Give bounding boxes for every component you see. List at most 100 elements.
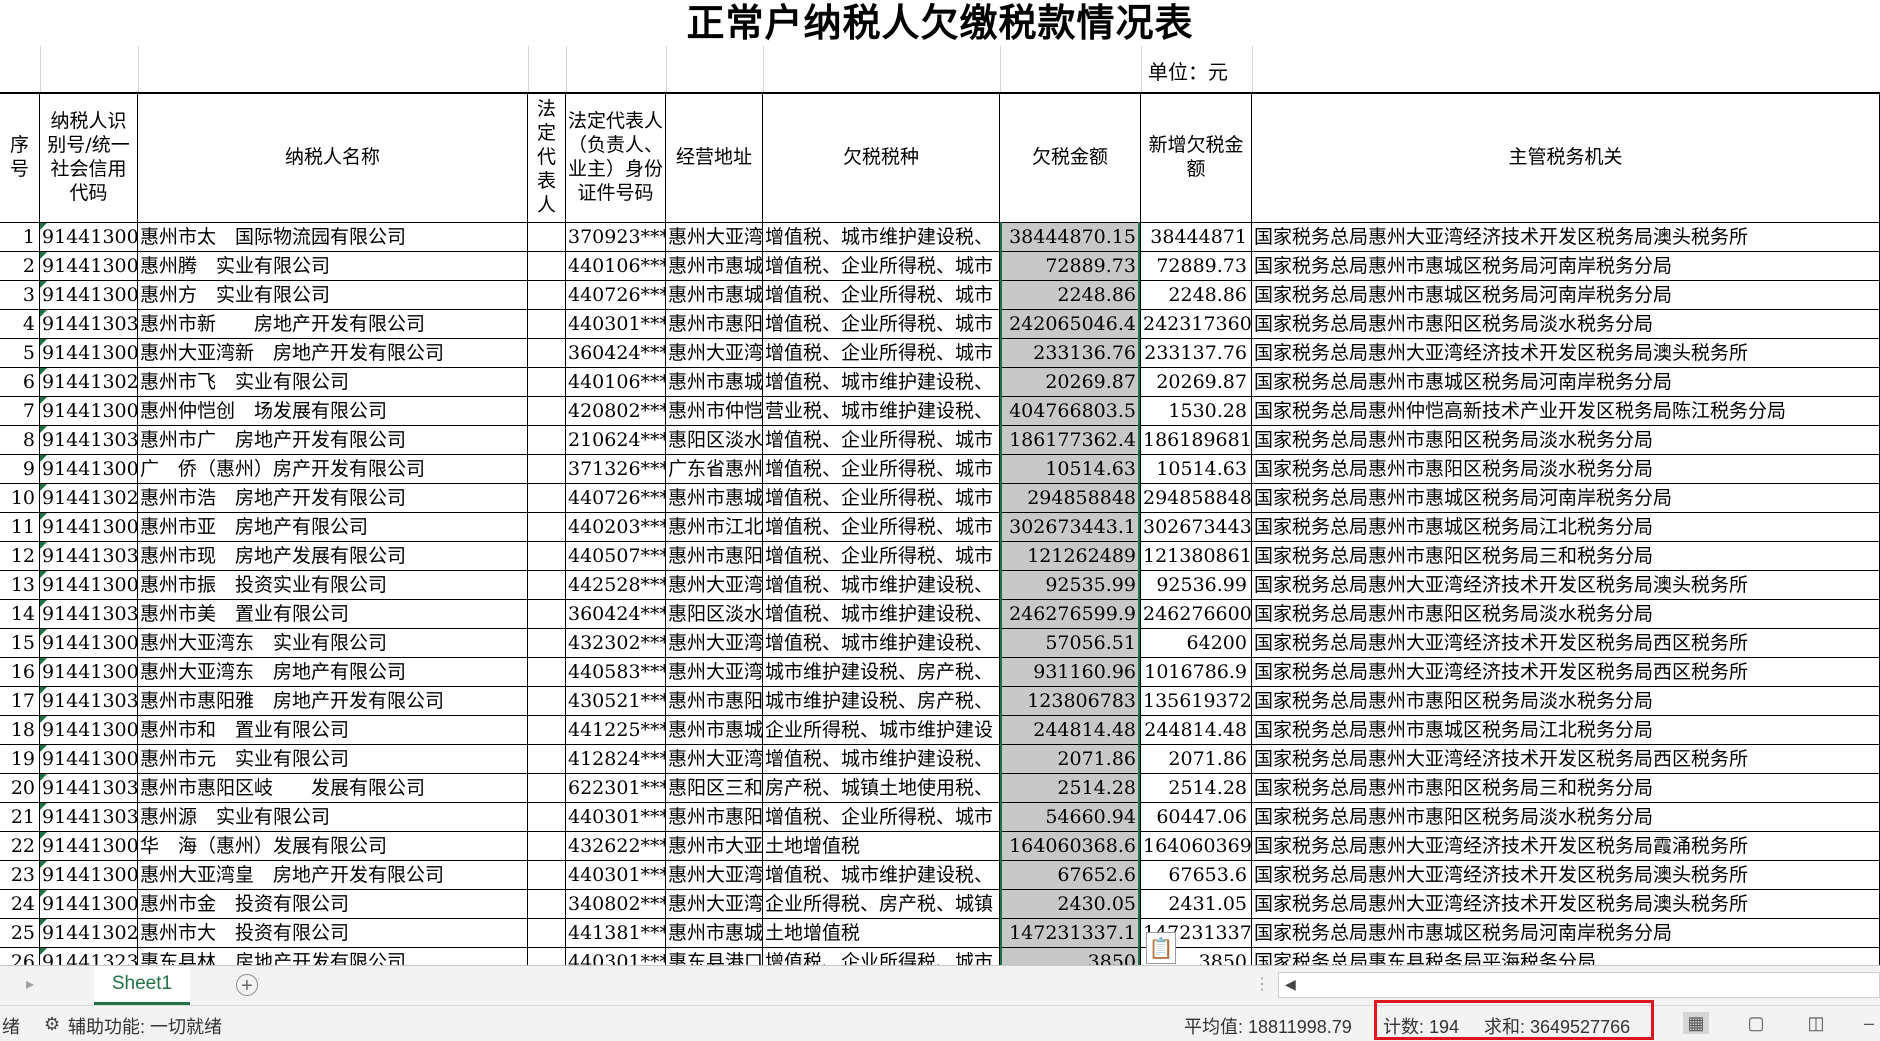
cell-taxpayer-id[interactable]: 914413026	[40, 484, 138, 512]
cell-seq[interactable]: 11	[0, 513, 40, 541]
cell-legal-rep[interactable]	[528, 629, 566, 657]
cell-legal-rep[interactable]	[528, 310, 566, 338]
cell-address[interactable]: 惠州市惠城	[666, 716, 763, 744]
cell-seq[interactable]: 17	[0, 687, 40, 715]
cell-seq[interactable]: 26	[0, 948, 40, 965]
scroll-left-icon[interactable]: ◀	[1285, 976, 1296, 993]
horizontal-scrollbar[interactable]: ◀	[1278, 972, 1880, 998]
cell-taxpayer-name[interactable]: 惠州市和 置业有限公司	[138, 716, 528, 744]
cell-taxpayer-name[interactable]: 惠州市新 房地产开发有限公司	[138, 310, 528, 338]
cell-address[interactable]: 惠州大亚湾	[666, 861, 763, 889]
cell-arrears-amount[interactable]: 57056.51	[1000, 629, 1141, 657]
cell-legal-rep[interactable]	[528, 861, 566, 889]
cell-new-arrears[interactable]: 242317360	[1141, 310, 1252, 338]
cell-arrears-amount[interactable]: 302673443.1	[1000, 513, 1141, 541]
cell-taxpayer-name[interactable]: 惠州仲恺创 场发展有限公司	[138, 397, 528, 425]
cell-id-number[interactable]: 432302****	[566, 629, 666, 657]
cell-taxpayer-name[interactable]: 惠州大亚湾新 房地产开发有限公司	[138, 339, 528, 367]
cell-legal-rep[interactable]	[528, 832, 566, 860]
header-taxpayer-id[interactable]: 纳税人识别号/统一社会信用代码	[40, 92, 138, 222]
cell-tax-office[interactable]: 国家税务总局惠州市惠城区税务局河南岸税务分局	[1252, 368, 1880, 396]
paste-options-icon[interactable]: 📋	[1146, 932, 1176, 964]
cell-taxpayer-id[interactable]: 914413036	[40, 426, 138, 454]
cell-legal-rep[interactable]	[528, 658, 566, 686]
cell-seq[interactable]: 5	[0, 339, 40, 367]
cell-tax-office[interactable]: 国家税务总局惠州市惠城区税务局河南岸税务分局	[1252, 919, 1880, 947]
cell-tax-office[interactable]: 国家税务总局惠州大亚湾经济技术开发区税务局澳头税务所	[1252, 339, 1880, 367]
cell-taxpayer-id[interactable]: 914413007	[40, 658, 138, 686]
cell-legal-rep[interactable]	[528, 455, 566, 483]
cell-new-arrears[interactable]: 1530.28	[1141, 397, 1252, 425]
cell-taxpayer-id[interactable]: 914413007	[40, 629, 138, 657]
tab-scroll-right-icon[interactable]: ▸	[26, 974, 34, 994]
cell-arrears-amount[interactable]: 186177362.4	[1000, 426, 1141, 454]
cell-seq[interactable]: 2	[0, 252, 40, 280]
cell-arrears-amount[interactable]: 246276599.9	[1000, 600, 1141, 628]
cell-taxpayer-id[interactable]: 914413027	[40, 919, 138, 947]
cell-id-number[interactable]: 622301****	[566, 774, 666, 802]
cell-taxpayer-name[interactable]: 惠州市大 投资有限公司	[138, 919, 528, 947]
cell-address[interactable]: 惠阳区三和	[666, 774, 763, 802]
cell-taxpayer-name[interactable]: 惠州市浩 房地产开发有限公司	[138, 484, 528, 512]
cell-taxpayer-id[interactable]: 914413033	[40, 687, 138, 715]
cell-legal-rep[interactable]	[528, 948, 566, 965]
cell-arrears-amount[interactable]: 404766803.5	[1000, 397, 1141, 425]
cell-seq[interactable]: 12	[0, 542, 40, 570]
cell-tax-type[interactable]: 增值税、城市维护建设税、	[763, 745, 1000, 773]
cell-taxpayer-name[interactable]: 惠州市金 投资有限公司	[138, 890, 528, 918]
cell-tax-office[interactable]: 国家税务总局惠州大亚湾经济技术开发区税务局澳头税务所	[1252, 861, 1880, 889]
cell-taxpayer-id[interactable]: 914413007	[40, 513, 138, 541]
cell-id-number[interactable]: 441225****	[566, 716, 666, 744]
cell-legal-rep[interactable]	[528, 223, 566, 251]
cell-taxpayer-name[interactable]: 惠州市元 实业有限公司	[138, 745, 528, 773]
cell-address[interactable]: 惠州市惠城	[666, 281, 763, 309]
cell-seq[interactable]: 13	[0, 571, 40, 599]
cell-address[interactable]: 惠阳区淡水	[666, 600, 763, 628]
cell-seq[interactable]: 10	[0, 484, 40, 512]
cell-legal-rep[interactable]	[528, 252, 566, 280]
cell-tax-type[interactable]: 房产税、城镇土地使用税、	[763, 774, 1000, 802]
cell-tax-office[interactable]: 国家税务总局惠州市惠城区税务局江北税务分局	[1252, 716, 1880, 744]
cell-legal-rep[interactable]	[528, 600, 566, 628]
cell-taxpayer-id[interactable]: 914413033	[40, 600, 138, 628]
cell-arrears-amount[interactable]: 2430.05	[1000, 890, 1141, 918]
cell-id-number[interactable]: 440301****	[566, 310, 666, 338]
cell-id-number[interactable]: 360424****	[566, 339, 666, 367]
cell-tax-office[interactable]: 国家税务总局惠东县税务局平海税务分局	[1252, 948, 1880, 965]
cell-tax-office[interactable]: 国家税务总局惠州市惠阳区税务局淡水税务分局	[1252, 310, 1880, 338]
cell-id-number[interactable]: 440507****	[566, 542, 666, 570]
cell-id-number[interactable]: 420802****	[566, 397, 666, 425]
cell-arrears-amount[interactable]: 2071.86	[1000, 745, 1141, 773]
cell-new-arrears[interactable]: 10514.63	[1141, 455, 1252, 483]
cell-taxpayer-id[interactable]: 914413007	[40, 832, 138, 860]
cell-address[interactable]: 惠州市惠城	[666, 368, 763, 396]
cell-tax-type[interactable]: 增值税、企业所得税、城市	[763, 484, 1000, 512]
cell-taxpayer-name[interactable]: 惠州市亚 房地产有限公司	[138, 513, 528, 541]
cell-tax-type[interactable]: 增值税、企业所得税、城市	[763, 948, 1000, 965]
cell-arrears-amount[interactable]: 2514.28	[1000, 774, 1141, 802]
cell-tax-office[interactable]: 国家税务总局惠州市惠城区税务局河南岸税务分局	[1252, 252, 1880, 280]
cell-id-number[interactable]: 412824****	[566, 745, 666, 773]
cell-new-arrears[interactable]: 38444871	[1141, 223, 1252, 251]
cell-seq[interactable]: 15	[0, 629, 40, 657]
cell-new-arrears[interactable]: 67653.6	[1141, 861, 1252, 889]
cell-address[interactable]: 惠州市惠阳	[666, 310, 763, 338]
cell-tax-office[interactable]: 国家税务总局惠州仲恺高新技术产业开发区税务局陈江税务分局	[1252, 397, 1880, 425]
cell-taxpayer-id[interactable]: 914413007	[40, 223, 138, 251]
cell-address[interactable]: 惠阳区淡水	[666, 426, 763, 454]
plus-circle-icon[interactable]: +	[236, 974, 258, 997]
cell-tax-type[interactable]: 增值税、企业所得税、城市	[763, 339, 1000, 367]
cell-tax-type[interactable]: 增值税、企业所得税、城市	[763, 542, 1000, 570]
cell-id-number[interactable]: 340802****	[566, 890, 666, 918]
cell-new-arrears[interactable]: 121380861	[1141, 542, 1252, 570]
header-taxpayer-name[interactable]: 纳税人名称	[138, 92, 528, 222]
cell-legal-rep[interactable]	[528, 368, 566, 396]
cell-id-number[interactable]: 442528****	[566, 571, 666, 599]
header-address[interactable]: 经营地址	[666, 92, 763, 222]
cell-seq[interactable]: 19	[0, 745, 40, 773]
cell-address[interactable]: 惠州大亚湾	[666, 223, 763, 251]
cell-address[interactable]: 惠州市江北	[666, 513, 763, 541]
cell-id-number[interactable]: 440203****	[566, 513, 666, 541]
cell-taxpayer-name[interactable]: 惠州腾 实业有限公司	[138, 252, 528, 280]
cell-taxpayer-name[interactable]: 惠州市美 置业有限公司	[138, 600, 528, 628]
